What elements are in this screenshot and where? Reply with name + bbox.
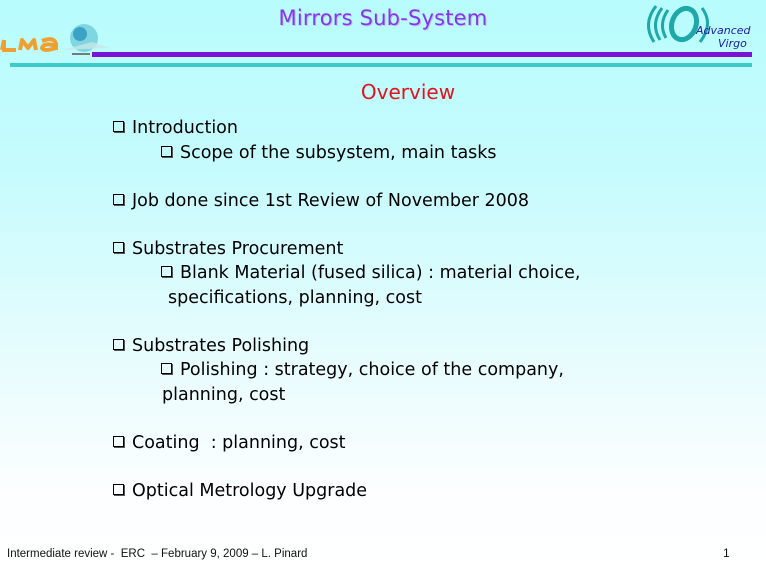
sub-bullet-continuation: planning, cost	[162, 384, 286, 405]
bullet-text: Substrates Polishing	[132, 335, 310, 356]
bullet-text: Coating : planning, cost	[132, 432, 346, 453]
bullet-introduction: Introduction Scope of the subsystem, mai…	[113, 116, 580, 165]
bullet-list: Introduction Scope of the subsystem, mai…	[113, 116, 580, 503]
square-bullet-icon	[161, 266, 172, 277]
square-bullet-icon	[161, 363, 172, 374]
bullet-substrates-polishing: Substrates Polishing Polishing : strateg…	[113, 334, 580, 408]
footer-text: Intermediate review - ERC – February 9, …	[7, 548, 308, 560]
advanced-virgo-line2: Virgo	[718, 37, 747, 50]
slide-subtitle: Overview	[360, 80, 456, 104]
sub-bullet-text: Polishing : strategy, choice of the comp…	[180, 360, 564, 380]
bullet-coating: Coating : planning, cost	[113, 431, 580, 456]
square-bullet-icon	[113, 483, 124, 495]
advanced-virgo-logo-icon: Advanced Virgo	[647, 5, 752, 50]
bullet-text: Introduction	[132, 118, 238, 138]
square-bullet-icon	[113, 435, 124, 447]
sub-bullet-text: Scope of the subsystem, main tasks	[180, 142, 497, 163]
sub-bullet-continuation: specifications, planning, cost	[168, 287, 422, 308]
advanced-virgo-line1: Advanced	[695, 24, 752, 37]
square-bullet-icon	[113, 193, 124, 205]
square-bullet-icon	[113, 121, 124, 132]
bullet-substrates-procurement: Substrates Procurement Blank Material (f…	[113, 237, 580, 311]
bullet-optical-metrology: Optical Metrology Upgrade	[113, 479, 580, 504]
square-bullet-icon	[113, 338, 124, 350]
square-bullet-icon	[161, 145, 172, 157]
page-number: 1	[723, 546, 730, 560]
header-divider-purple	[92, 52, 752, 57]
bullet-text: Substrates Procurement	[132, 238, 344, 259]
bullet-text: Job done since 1st Review of November 20…	[132, 190, 530, 211]
sub-bullet-text: Blank Material (fused silica) : material…	[180, 263, 581, 283]
square-bullet-icon	[113, 241, 124, 253]
bullet-job-done: Job done since 1st Review of November 20…	[113, 189, 580, 214]
header-divider-teal	[10, 63, 752, 67]
bullet-text: Optical Metrology Upgrade	[132, 480, 368, 501]
